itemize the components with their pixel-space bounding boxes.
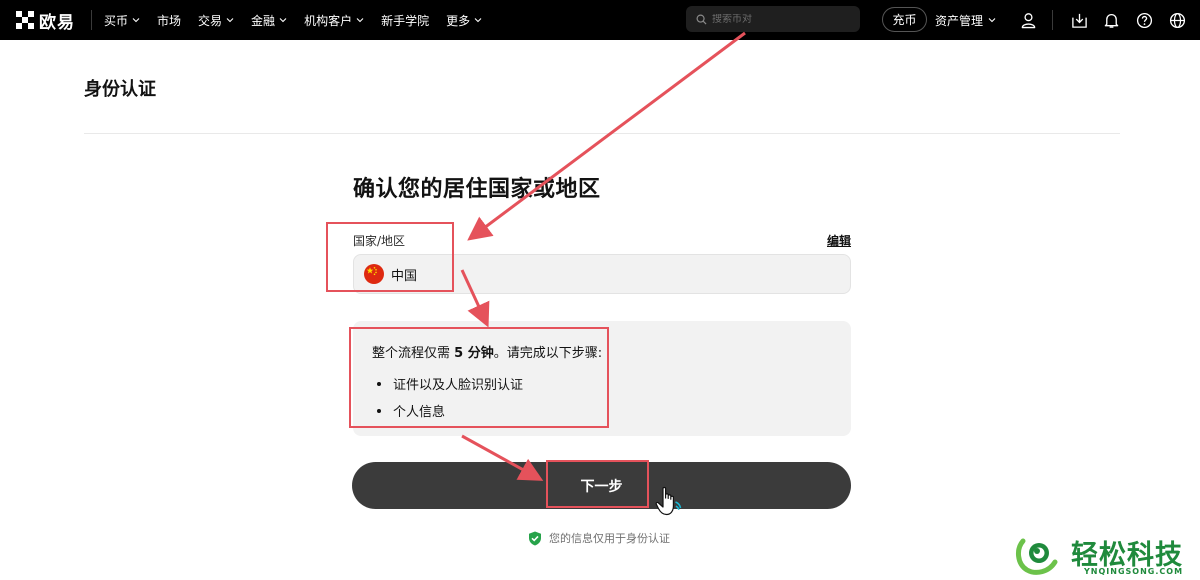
watermark-subtext: YNQINGSONG.COM — [1084, 567, 1184, 576]
hand-cursor-icon — [655, 486, 682, 516]
annotation-arrows — [460, 31, 746, 481]
annotation-arrow — [460, 269, 490, 328]
watermark: 轻松科技 YNQINGSONG.COM — [1014, 533, 1200, 580]
annotation-arrow — [461, 434, 544, 481]
annotation-arrow — [467, 31, 746, 241]
watermark-logo-icon — [1016, 538, 1058, 575]
